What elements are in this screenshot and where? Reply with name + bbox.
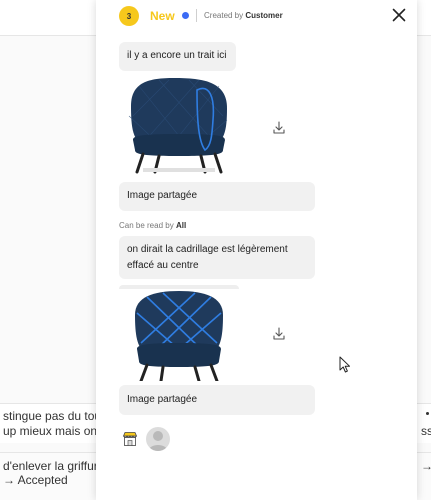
comment-drawer: 3 New Created by Customer il y a encore … [96,0,417,500]
mouse-cursor-icon [339,356,350,373]
download-icon[interactable] [272,121,286,135]
close-icon[interactable] [392,8,406,22]
status-label: New [150,9,175,23]
background-row-text: ss [421,424,431,438]
message-bubble: on dirait la cadrillage est légèrement e… [119,236,315,279]
message-bubble: il y a encore un trait ici [119,42,236,71]
background-row-text: → Accepted [3,473,68,487]
created-by: Created by Customer [204,11,283,20]
background-row-text: d'enlever la griffure [3,459,105,473]
download-icon[interactable] [272,327,286,341]
read-by-label: Can be read by All [119,221,186,230]
chair-image-2-card [119,285,239,381]
message-bubble: Image partagée [119,385,315,415]
created-by-prefix: Created by [204,11,244,20]
background-row-text: stingue pas du tout [3,409,105,423]
user-avatar[interactable] [146,427,170,451]
created-by-name: Customer [245,11,283,20]
background-dot [426,412,429,415]
drawer-bottom-fade [96,456,417,500]
status-dot [182,12,189,19]
chair-image-1[interactable] [119,76,239,174]
read-by-prefix: Can be read by [119,221,174,230]
message-bubble: Image partagée [119,182,315,211]
background-row-text: → [421,459,431,473]
shop-icon[interactable] [122,431,138,447]
read-by-value: All [175,221,187,230]
drawer-header: 3 New Created by Customer [96,0,417,34]
header-divider [196,9,197,22]
chair-image-2[interactable] [119,289,239,381]
count-badge: 3 [119,6,139,26]
user-avatar-icon [148,431,168,451]
background-row-text: up mieux mais on c [3,424,107,438]
